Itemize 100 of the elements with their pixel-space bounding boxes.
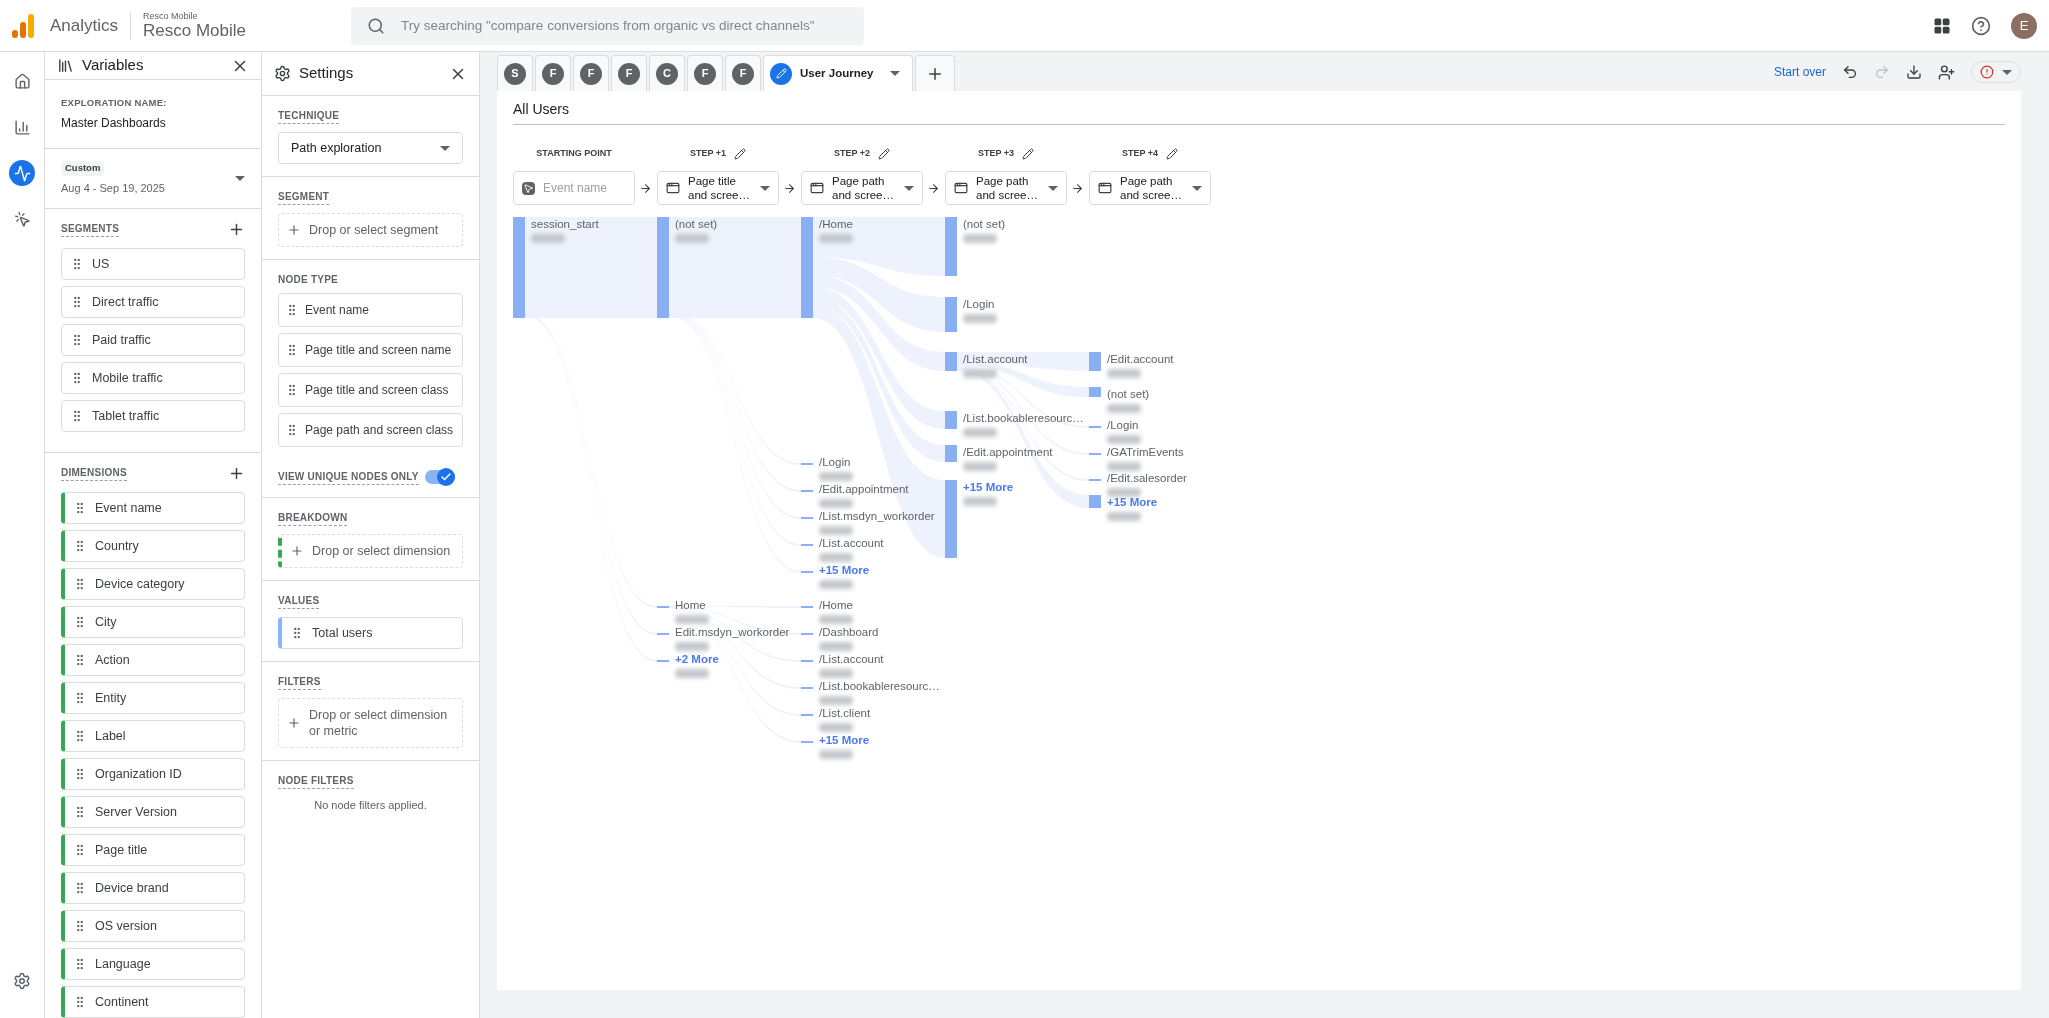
share-icon[interactable] xyxy=(1938,63,1955,81)
blurred-value xyxy=(963,428,997,437)
variables-icon xyxy=(57,57,74,74)
date-range[interactable]: Aug 4 - Sep 19, 2025 xyxy=(61,179,165,196)
variable-chip[interactable]: OS version xyxy=(61,910,245,942)
variable-chip[interactable]: Tablet traffic xyxy=(61,400,245,432)
blurred-value xyxy=(819,642,853,651)
add-tab-button[interactable] xyxy=(915,55,955,91)
edit-icon[interactable] xyxy=(1166,148,1179,160)
node-bar[interactable] xyxy=(945,297,957,332)
arrow-icon xyxy=(927,181,940,195)
variable-chip[interactable]: Entity xyxy=(61,682,245,714)
variable-chip[interactable]: Mobile traffic xyxy=(61,362,245,394)
more-link[interactable]: +15 More xyxy=(819,733,870,748)
account-name[interactable]: Resco Mobile xyxy=(143,20,247,41)
variable-chip[interactable]: Event name xyxy=(61,492,245,524)
variable-chip[interactable]: Paid traffic xyxy=(61,324,245,356)
variable-chip[interactable]: City xyxy=(61,606,245,638)
node-label: (not set) xyxy=(675,217,718,232)
exploration-name[interactable]: Master Dashboards xyxy=(61,114,245,133)
variable-chip[interactable]: Device category xyxy=(61,568,245,600)
variable-chip[interactable]: Page title and screen class xyxy=(278,373,463,407)
alert-icon xyxy=(1980,65,1994,79)
arrow-icon xyxy=(639,181,652,195)
help-icon[interactable] xyxy=(1971,15,1991,36)
add-icon[interactable] xyxy=(228,465,245,482)
section-label: SEGMENTS xyxy=(61,221,120,237)
exploration-tab[interactable]: S xyxy=(497,55,533,91)
start-over-link[interactable]: Start over xyxy=(1773,63,1826,81)
user-avatar[interactable]: E xyxy=(2011,12,2037,39)
drop-zone[interactable]: Drop or select segment xyxy=(278,213,463,247)
node-bar[interactable] xyxy=(945,445,957,462)
caret-icon xyxy=(1048,185,1058,191)
technique-select[interactable]: Path exploration xyxy=(278,132,463,164)
blurred-value xyxy=(819,234,853,243)
node-bar[interactable] xyxy=(945,480,957,558)
undo-icon[interactable] xyxy=(1842,64,1858,80)
node-label: /Login xyxy=(1107,418,1139,433)
variable-chip[interactable]: US xyxy=(61,248,245,280)
dimension-select[interactable]: Page path and scree… xyxy=(1089,171,1211,205)
exploration-tab[interactable]: F xyxy=(611,55,647,91)
exploration-tab[interactable]: User Journey xyxy=(763,55,913,91)
step-header: STARTING POINT xyxy=(536,147,612,161)
dimension-select[interactable]: Page title and scree… xyxy=(657,171,779,205)
variable-chip[interactable]: Event name xyxy=(278,293,463,327)
apps-icon[interactable] xyxy=(1933,16,1951,35)
drop-zone[interactable]: Drop or select dimension xyxy=(278,534,463,568)
explore-nav-icon[interactable] xyxy=(9,160,35,186)
variable-chip[interactable]: Organization ID xyxy=(61,758,245,790)
exploration-tab[interactable]: F xyxy=(535,55,571,91)
exploration-tab[interactable]: C xyxy=(649,55,685,91)
variable-chip[interactable]: Device brand xyxy=(61,872,245,904)
node-bar[interactable] xyxy=(801,217,813,318)
node-label: /List.account xyxy=(819,536,884,551)
variable-chip[interactable]: Action xyxy=(61,644,245,676)
node-label: /Home xyxy=(819,598,853,613)
edit-icon[interactable] xyxy=(878,148,891,160)
toggle-switch[interactable] xyxy=(425,470,455,484)
edit-icon[interactable] xyxy=(734,148,747,160)
settings-icon xyxy=(274,65,291,82)
variable-chip[interactable]: Direct traffic xyxy=(61,286,245,318)
variable-chip[interactable]: Label xyxy=(61,720,245,752)
drop-zone[interactable]: Drop or select dimension or metric xyxy=(278,698,463,748)
more-link[interactable]: +2 More xyxy=(675,652,719,667)
variable-chip[interactable]: Country xyxy=(61,530,245,562)
exploration-tab[interactable]: F xyxy=(573,55,609,91)
node-bar[interactable] xyxy=(657,217,669,318)
search-field[interactable]: Try searching "compare conversions from organic vs direct channels" xyxy=(351,6,865,45)
variable-chip[interactable]: Continent xyxy=(61,986,245,1018)
node-bar[interactable] xyxy=(945,411,957,429)
node-label: /List.msdyn_workorder xyxy=(819,509,935,524)
node-bar[interactable] xyxy=(513,217,525,318)
variable-chip[interactable]: Total users xyxy=(278,617,463,649)
blurred-value xyxy=(819,526,853,535)
node-bar[interactable] xyxy=(945,352,957,371)
node-bar[interactable] xyxy=(1089,387,1101,397)
more-link[interactable]: +15 More xyxy=(819,563,870,578)
download-icon[interactable] xyxy=(1906,64,1922,80)
node-bar[interactable] xyxy=(1089,352,1101,371)
dimension-select[interactable]: Page path and scree… xyxy=(801,171,923,205)
node-label: Edit.msdyn_workorder xyxy=(675,625,790,640)
section-label: NODE TYPE xyxy=(278,273,339,287)
dimension-select[interactable]: Page path and scree… xyxy=(945,171,1067,205)
node-label: /List.client xyxy=(819,706,871,721)
step-header: STEP +1 xyxy=(689,147,727,161)
more-link[interactable]: +15 More xyxy=(1107,495,1158,510)
settings-icon[interactable] xyxy=(13,972,31,990)
exploration-tab[interactable]: F xyxy=(687,55,723,91)
node-bar[interactable] xyxy=(1089,495,1101,508)
variable-chip[interactable]: Server Version xyxy=(61,796,245,828)
exploration-tab[interactable]: F xyxy=(725,55,761,91)
add-icon[interactable] xyxy=(228,221,245,238)
variable-chip[interactable]: Page title xyxy=(61,834,245,866)
node-bar[interactable] xyxy=(945,217,957,276)
more-link[interactable]: +15 More xyxy=(963,480,1014,495)
variable-chip[interactable]: Page title and screen name xyxy=(278,333,463,367)
variable-chip[interactable]: Language xyxy=(61,948,245,980)
variable-chip[interactable]: Page path and screen class xyxy=(278,413,463,447)
blurred-value xyxy=(819,750,853,759)
edit-icon[interactable] xyxy=(1022,148,1035,160)
